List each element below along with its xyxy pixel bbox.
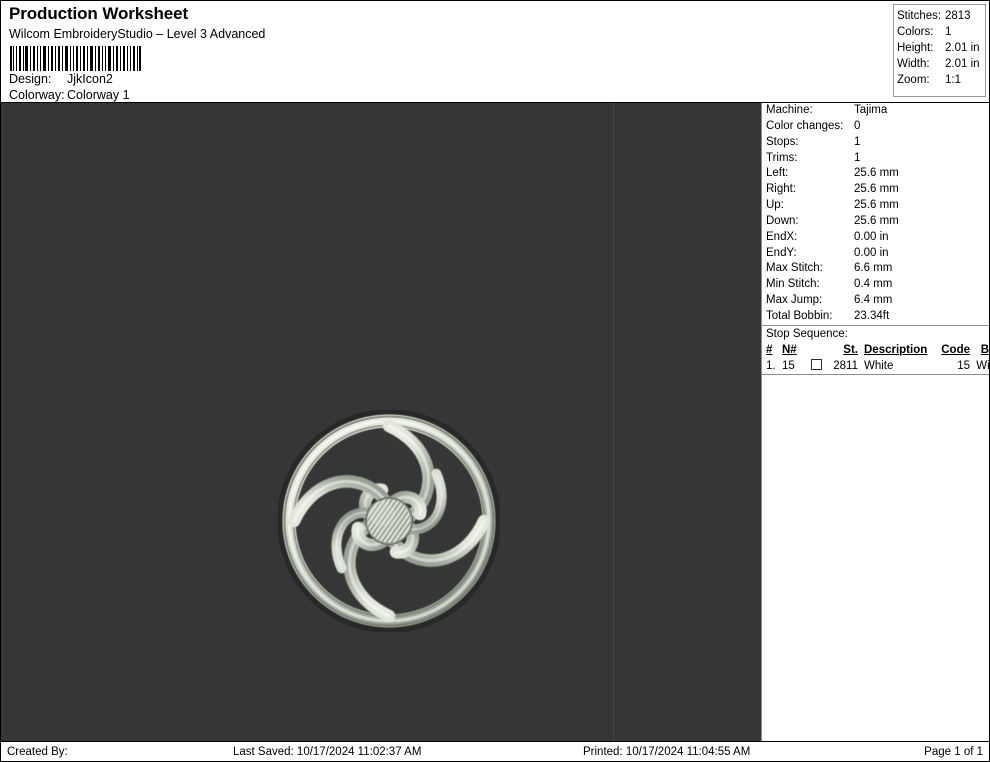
cell-brand: Wilcom bbox=[976, 359, 990, 372]
stop-sequence-header-row: # N# St. Description Code Brand bbox=[762, 342, 989, 358]
page-title: Production Worksheet bbox=[9, 4, 189, 23]
summary-label-width: Width: bbox=[897, 58, 930, 70]
cell-number: 1. bbox=[766, 359, 776, 372]
info-label-endy: EndY: bbox=[766, 246, 797, 259]
cell-description: White bbox=[864, 359, 894, 372]
cell-swatch bbox=[808, 358, 824, 374]
embroidery-design bbox=[278, 410, 500, 632]
cell-code: 15 bbox=[957, 359, 970, 372]
worksheet-footer: Created By: Last Saved: 10/17/2024 11:02… bbox=[1, 741, 989, 761]
summary-value-zoom: 1:1 bbox=[945, 74, 961, 86]
summary-row-width: Width: 2.01 in bbox=[897, 56, 985, 72]
info-row-machine: Machine: Tajima bbox=[762, 103, 989, 119]
info-label-max-jump: Max Jump: bbox=[766, 294, 823, 307]
summary-row-height: Height: 2.01 in bbox=[897, 40, 985, 56]
info-value-endy: 0.00 in bbox=[854, 246, 889, 259]
summary-row-zoom: Zoom: 1:1 bbox=[897, 72, 985, 88]
info-value-machine: Tajima bbox=[854, 104, 888, 116]
design-label: Design: bbox=[9, 72, 52, 86]
info-label-color-changes: Color changes: bbox=[766, 119, 844, 132]
info-label-max-stitch: Max Stitch: bbox=[766, 262, 823, 275]
colorway-label: Colorway: bbox=[9, 88, 65, 102]
info-label-right: Right: bbox=[766, 183, 797, 196]
info-value-up: 25.6 mm bbox=[854, 199, 899, 212]
info-value-max-stitch: 6.6 mm bbox=[854, 262, 893, 275]
summary-value-stitches: 2813 bbox=[945, 10, 971, 22]
column-header-code[interactable]: Code bbox=[938, 342, 970, 358]
info-row-stops: Stops: 1 bbox=[762, 135, 989, 151]
column-header-stitches[interactable]: St. bbox=[824, 342, 858, 358]
info-row-max-stitch: Max Stitch: 6.6 mm bbox=[762, 261, 989, 277]
stop-sequence-table: # N# St. Description Code Brand 1. 15 28… bbox=[762, 342, 990, 374]
design-summary-box: Stitches: 2813 Colors: 1 Height: 2.01 in… bbox=[893, 4, 986, 97]
summary-row-colors: Colors: 1 bbox=[897, 24, 985, 40]
colorway-value: Colorway 1 bbox=[67, 88, 130, 102]
summary-label-zoom: Zoom: bbox=[897, 74, 930, 86]
info-value-min-stitch: 0.4 mm bbox=[854, 278, 893, 291]
column-header-description[interactable]: Description bbox=[858, 342, 938, 358]
footer-created-by: Created By: bbox=[7, 746, 68, 758]
info-row-up: Up: 25.6 mm bbox=[762, 198, 989, 214]
info-value-max-jump: 6.4 mm bbox=[854, 294, 893, 307]
header-left-block: Production Worksheet Wilcom EmbroiderySt… bbox=[9, 4, 609, 103]
machine-info-panel: Machine: Tajima Color changes: 0 Stops: … bbox=[761, 103, 989, 741]
info-label-down: Down: bbox=[766, 214, 799, 227]
footer-page-number: Page 1 of 1 bbox=[924, 746, 983, 758]
summary-label-stitches: Stitches: bbox=[897, 10, 942, 22]
cell-stitches: 2811 bbox=[833, 359, 858, 372]
info-label-machine: Machine: bbox=[766, 104, 813, 116]
info-row-endy: EndY: 0.00 in bbox=[762, 246, 989, 262]
info-value-left: 25.6 mm bbox=[854, 167, 899, 180]
design-value: JjkIcon2 bbox=[67, 72, 113, 86]
info-label-min-stitch: Min Stitch: bbox=[766, 278, 820, 291]
footer-last-saved: Last Saved: 10/17/2024 11:02:37 AM bbox=[233, 746, 422, 758]
design-canvas[interactable] bbox=[1, 103, 761, 741]
info-label-left: Left: bbox=[766, 167, 789, 180]
summary-value-height: 2.01 in bbox=[945, 42, 980, 54]
summary-row-stitches: Stitches: 2813 bbox=[897, 8, 985, 24]
column-header-needle[interactable]: N# bbox=[782, 342, 808, 358]
info-value-stops: 1 bbox=[854, 135, 861, 148]
colorway-row: Colorway: Colorway 1 bbox=[9, 87, 609, 103]
info-row-down: Down: 25.6 mm bbox=[762, 214, 989, 230]
worksheet-header: Production Worksheet Wilcom EmbroiderySt… bbox=[1, 1, 989, 103]
design-row: Design: JjkIcon2 bbox=[9, 71, 609, 87]
canvas-divider-line bbox=[613, 103, 614, 741]
info-row-right: Right: 25.6 mm bbox=[762, 182, 989, 198]
cell-needle: 15 bbox=[782, 359, 795, 372]
column-header-brand[interactable]: Brand bbox=[970, 342, 989, 358]
info-value-trims: 1 bbox=[854, 151, 861, 164]
app-subtitle: Wilcom EmbroideryStudio – Level 3 Advanc… bbox=[9, 27, 266, 41]
info-row-color-changes: Color changes: 0 bbox=[762, 119, 989, 135]
info-value-right: 25.6 mm bbox=[854, 183, 899, 196]
barcode-image bbox=[9, 46, 141, 71]
info-row-left: Left: 25.6 mm bbox=[762, 166, 989, 182]
info-value-total-bobbin: 23.34ft bbox=[854, 309, 890, 322]
info-value-endx: 0.00 in bbox=[854, 230, 889, 243]
stop-sequence-title: Stop Sequence: bbox=[766, 327, 848, 340]
info-value-down: 25.6 mm bbox=[854, 214, 899, 227]
info-label-stops: Stops: bbox=[766, 135, 799, 148]
panel-divider-bottom bbox=[762, 373, 989, 375]
summary-label-colors: Colors: bbox=[897, 26, 934, 38]
info-row-trims: Trims: 1 bbox=[762, 151, 989, 167]
info-row-min-stitch: Min Stitch: 0.4 mm bbox=[762, 277, 989, 293]
info-label-up: Up: bbox=[766, 199, 784, 212]
info-row-max-jump: Max Jump: 6.4 mm bbox=[762, 293, 989, 309]
info-row-total-bobbin: Total Bobbin: 23.34ft bbox=[762, 309, 989, 325]
summary-label-height: Height: bbox=[897, 42, 934, 54]
info-label-trims: Trims: bbox=[766, 151, 798, 164]
info-row-endx: EndX: 0.00 in bbox=[762, 230, 989, 246]
production-worksheet-page: Production Worksheet Wilcom EmbroiderySt… bbox=[0, 0, 990, 762]
column-header-swatch bbox=[808, 342, 824, 358]
column-header-number[interactable]: # bbox=[762, 342, 782, 358]
info-label-total-bobbin: Total Bobbin: bbox=[766, 309, 833, 322]
info-value-color-changes: 0 bbox=[854, 119, 861, 132]
table-row[interactable]: 1. 15 2811 White 15 Wilcom bbox=[762, 358, 990, 374]
summary-value-width: 2.01 in bbox=[945, 58, 980, 70]
summary-value-colors: 1 bbox=[945, 26, 952, 38]
color-swatch-icon bbox=[810, 358, 822, 370]
footer-printed: Printed: 10/17/2024 11:04:55 AM bbox=[583, 746, 751, 758]
info-label-endx: EndX: bbox=[766, 230, 798, 243]
